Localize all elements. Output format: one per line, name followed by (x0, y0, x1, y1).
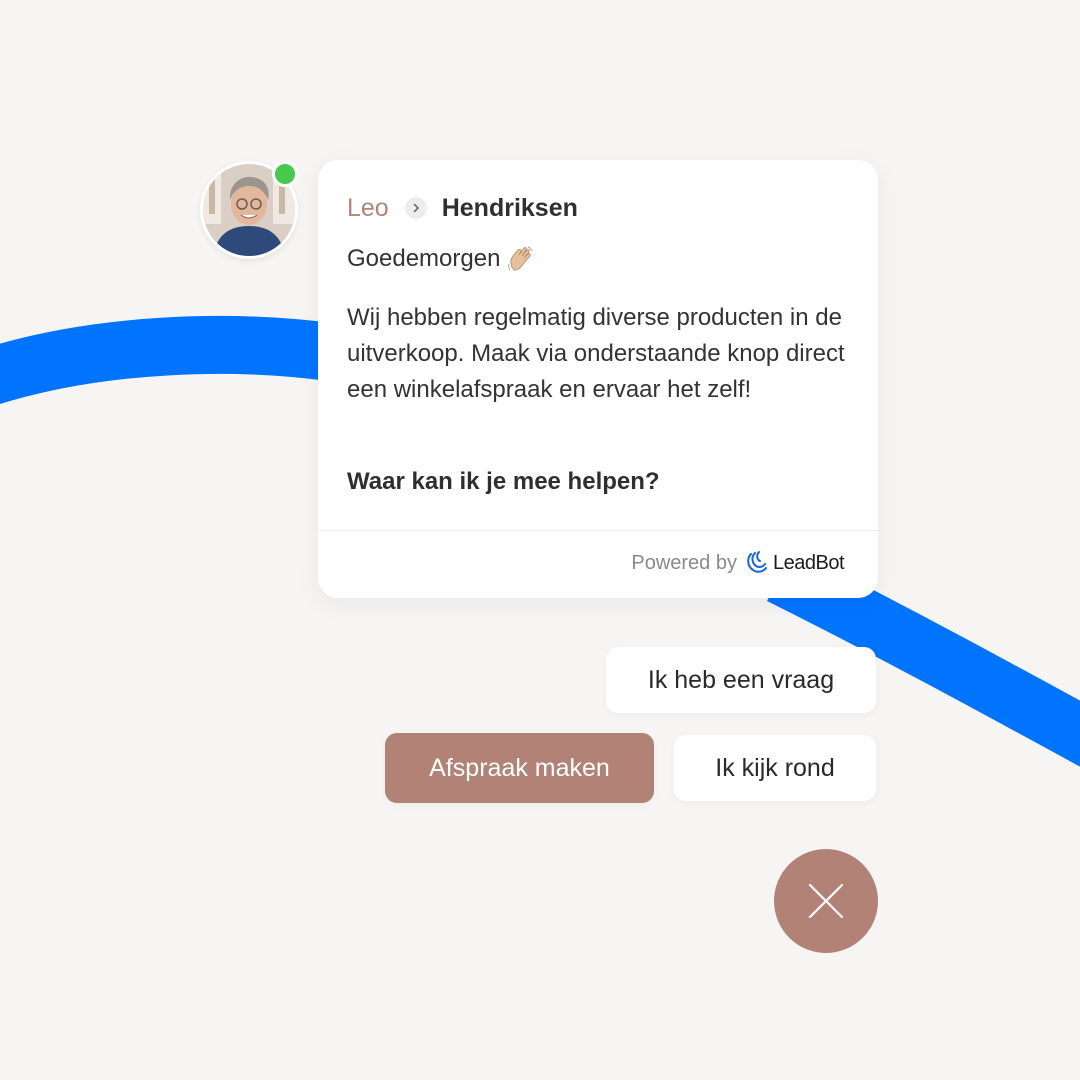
powered-by-footer[interactable]: Powered by LeadBot (631, 550, 845, 576)
leadbot-logo-icon (747, 551, 767, 573)
agent-first-name: Leo (347, 193, 389, 222)
close-chat-button[interactable] (774, 849, 878, 953)
powered-by-label: Powered by (631, 551, 737, 574)
chat-question-text: Waar kan ik je mee helpen? (347, 468, 660, 495)
greeting-text: Goedemorgen (347, 245, 501, 272)
chat-message-text: Wij hebben regelmatig diverse producten … (347, 304, 845, 403)
reply-look-around-button[interactable]: Ik kijk rond (674, 735, 876, 801)
close-icon (808, 883, 844, 919)
greeting-line: Goedemorgen (347, 244, 536, 274)
agent-name-header: Leo Hendriksen (347, 192, 578, 224)
card-divider (318, 530, 878, 531)
chevron-right-icon (404, 197, 427, 219)
online-status-indicator (272, 161, 298, 187)
reply-question-button[interactable]: Ik heb een vraag (606, 647, 876, 713)
reply-appointment-button[interactable]: Afspraak maken (385, 733, 654, 803)
chat-message-card: Leo Hendriksen Goedemorgen Wij hebben re… (318, 160, 878, 598)
agent-last-name: Hendriksen (441, 193, 578, 222)
leadbot-brand-name: LeadBot (772, 551, 845, 574)
waving-hand-icon (508, 246, 533, 271)
